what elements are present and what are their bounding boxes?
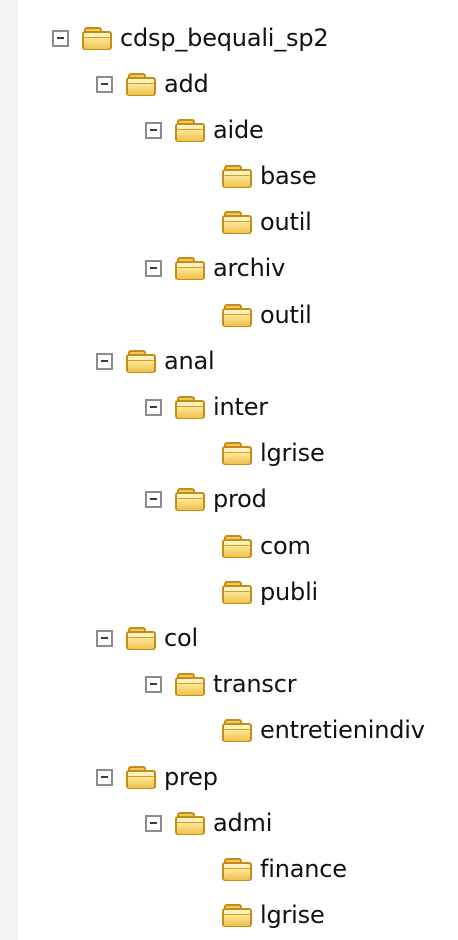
folder-icon bbox=[175, 118, 205, 142]
folder-tree: cdsp_bequali_sp2 add aide base outil arc… bbox=[0, 0, 458, 940]
tree-node-lgrise[interactable]: lgrise bbox=[222, 892, 325, 938]
collapse-toggle-icon[interactable] bbox=[96, 75, 113, 93]
tree-node-label: transcr bbox=[213, 670, 297, 698]
folder-icon bbox=[126, 349, 156, 373]
tree-node-archiv[interactable]: archiv bbox=[145, 245, 285, 291]
collapse-toggle-icon[interactable] bbox=[145, 814, 162, 832]
collapse-toggle-icon[interactable] bbox=[145, 121, 162, 139]
tree-node-outil[interactable]: outil bbox=[222, 199, 312, 245]
folder-icon bbox=[222, 903, 252, 927]
tree-node-label: publi bbox=[260, 578, 319, 606]
folder-icon bbox=[82, 26, 112, 50]
folder-icon bbox=[222, 857, 252, 881]
tree-node-entretienindiv[interactable]: entretienindiv bbox=[222, 707, 425, 753]
collapse-toggle-icon[interactable] bbox=[145, 259, 162, 277]
tree-node-finance[interactable]: finance bbox=[222, 846, 347, 892]
folder-icon bbox=[175, 811, 205, 835]
tree-node-col[interactable]: col bbox=[96, 615, 198, 661]
tree-node-inter[interactable]: inter bbox=[145, 384, 268, 430]
collapse-toggle-icon[interactable] bbox=[96, 352, 113, 370]
tree-node-outil[interactable]: outil bbox=[222, 292, 312, 338]
collapse-toggle-icon[interactable] bbox=[96, 768, 113, 786]
collapse-toggle-icon[interactable] bbox=[145, 675, 162, 693]
tree-node-label: lgrise bbox=[260, 439, 325, 467]
tree-node-label: finance bbox=[260, 855, 347, 883]
tree-node-label: col bbox=[164, 624, 198, 652]
folder-icon bbox=[126, 626, 156, 650]
folder-icon bbox=[222, 164, 252, 188]
folder-icon bbox=[126, 72, 156, 96]
tree-node-admi[interactable]: admi bbox=[145, 800, 272, 846]
folder-icon bbox=[222, 580, 252, 604]
tree-node-prep[interactable]: prep bbox=[96, 754, 218, 800]
tree-node-label: base bbox=[260, 162, 317, 190]
tree-node-base[interactable]: base bbox=[222, 153, 317, 199]
tree-node-label: com bbox=[260, 532, 311, 560]
tree-node-publi[interactable]: publi bbox=[222, 569, 318, 615]
folder-icon bbox=[175, 672, 205, 696]
folder-icon bbox=[222, 534, 252, 558]
tree-node-add[interactable]: add bbox=[96, 61, 209, 107]
tree-node-aide[interactable]: aide bbox=[145, 107, 264, 153]
folder-icon bbox=[126, 765, 156, 789]
tree-node-label: anal bbox=[164, 347, 215, 375]
tree-node-com[interactable]: com bbox=[222, 523, 311, 569]
folder-icon bbox=[222, 210, 252, 234]
tree-node-lgrise[interactable]: lgrise bbox=[222, 430, 325, 476]
collapse-toggle-icon[interactable] bbox=[145, 398, 162, 416]
folder-icon bbox=[222, 303, 252, 327]
tree-node-label: prep bbox=[164, 763, 218, 791]
tree-node-label: outil bbox=[260, 301, 312, 329]
tree-node-label: lgrise bbox=[260, 901, 325, 929]
folder-icon bbox=[175, 256, 205, 280]
folder-icon bbox=[175, 487, 205, 511]
collapse-toggle-icon[interactable] bbox=[52, 29, 69, 47]
collapse-toggle-icon[interactable] bbox=[96, 629, 113, 647]
collapse-toggle-icon[interactable] bbox=[145, 490, 162, 508]
tree-node-label: inter bbox=[213, 393, 268, 421]
tree-node-label: archiv bbox=[213, 254, 286, 282]
tree-node-label: add bbox=[164, 70, 209, 98]
tree-node-prod[interactable]: prod bbox=[145, 476, 267, 522]
tree-node-label: entretienindiv bbox=[260, 716, 425, 744]
tree-node-label: admi bbox=[213, 809, 273, 837]
tree-node-anal[interactable]: anal bbox=[96, 338, 215, 384]
tree-node-label: cdsp_bequali_sp2 bbox=[120, 24, 329, 52]
folder-icon bbox=[175, 395, 205, 419]
tree-node-label: aide bbox=[213, 116, 264, 144]
folder-icon bbox=[222, 441, 252, 465]
tree-node-cdsp_bequali_sp2[interactable]: cdsp_bequali_sp2 bbox=[52, 15, 329, 61]
tree-node-transcr[interactable]: transcr bbox=[145, 661, 297, 707]
tree-node-label: outil bbox=[260, 208, 312, 236]
folder-icon bbox=[222, 718, 252, 742]
tree-node-label: prod bbox=[213, 485, 267, 513]
